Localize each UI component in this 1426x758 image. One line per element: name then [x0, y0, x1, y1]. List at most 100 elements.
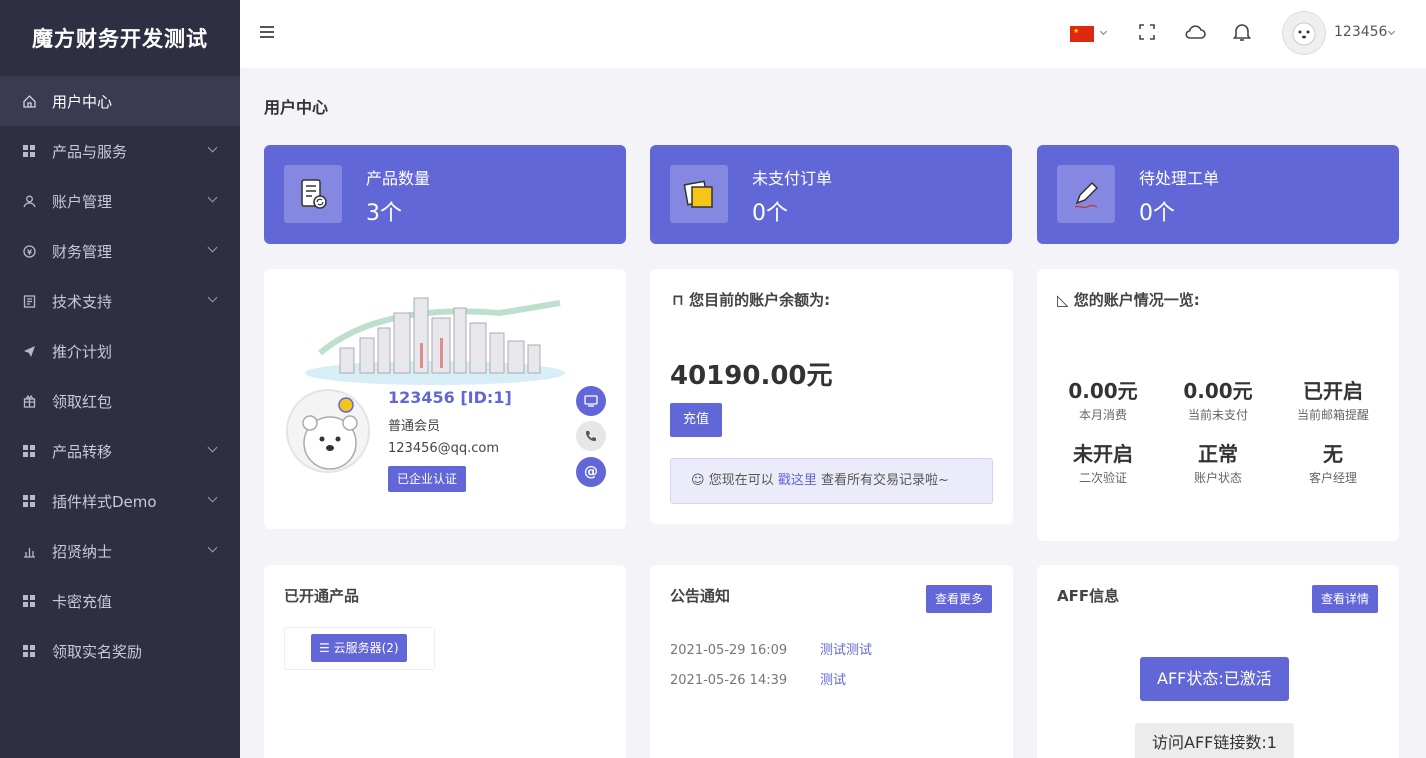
stat-card-unpaid-orders[interactable]: 未支付订单 0个 — [650, 145, 1012, 244]
sidebar-item[interactable]: 插件样式Demo — [0, 476, 240, 526]
verification-badge[interactable]: 已企业认证 — [388, 466, 467, 492]
fullscreen-icon[interactable] — [1136, 21, 1158, 43]
sidebar-item[interactable]: 用户中心 — [0, 76, 240, 126]
bar-chart-icon — [22, 544, 36, 558]
aff-heading: AFF信息 — [1057, 587, 1120, 605]
grid-icon — [22, 494, 36, 508]
notice-title[interactable]: 测试测试 — [820, 643, 872, 658]
message-icon[interactable] — [576, 386, 606, 416]
overview-account-status: 正常 账户状态 — [1160, 438, 1276, 486]
profile-avatar — [286, 389, 370, 473]
overview-2fa: 未开启 二次验证 — [1045, 438, 1161, 486]
user-menu-chevron-icon[interactable] — [1387, 27, 1396, 36]
sidebar-item-label: 技术支持 — [52, 292, 113, 311]
sidebar-item[interactable]: 技术支持 — [0, 276, 240, 326]
notice-date: 2021-05-29 16:09 — [670, 643, 788, 658]
balance-card: ⊓ 您目前的账户余额为: 40190.00元 充值 ☺ 您现在可以 戳这里 查看… — [650, 269, 1013, 524]
tip-prefix: 您现在可以 — [708, 473, 774, 488]
chevron-down-icon — [207, 192, 218, 203]
sidebar-item-label: 财务管理 — [52, 242, 113, 261]
products-card: 已开通产品 ☰ 云服务器(2) — [264, 565, 626, 758]
overview-value: 无 — [1323, 442, 1343, 466]
tip-suffix: 查看所有交易记录啦~ — [821, 473, 949, 488]
sidebar-item-label: 用户中心 — [52, 92, 113, 111]
sidebar-item[interactable]: 账户管理 — [0, 176, 240, 226]
stat-card-tickets[interactable]: 待处理工单 0个 — [1037, 145, 1399, 244]
info-icon: ☺ — [691, 473, 709, 488]
cloud-server-button[interactable]: ☰ 云服务器(2) — [311, 634, 407, 662]
aff-visits-count: 访问AFF链接数:1 — [1135, 723, 1294, 758]
transaction-tip: ☺ 您现在可以 戳这里 查看所有交易记录啦~ — [670, 458, 993, 504]
overview-value: 0.00元 — [1068, 379, 1138, 403]
sidebar-item[interactable]: 领取实名奖励 — [0, 626, 240, 676]
send-icon — [22, 344, 36, 358]
cloud-icon[interactable] — [1184, 21, 1206, 43]
menu-toggle-icon[interactable] — [260, 26, 274, 41]
stat-label: 未支付订单 — [752, 169, 833, 188]
gift-icon — [22, 394, 36, 408]
sticky-note-icon — [670, 165, 728, 223]
chevron-down-icon — [207, 142, 218, 153]
bell-icon[interactable] — [1231, 21, 1253, 43]
view-more-button[interactable]: 查看更多 — [926, 585, 993, 613]
products-heading: 已开通产品 — [284, 587, 360, 605]
cloud-server-label: 云服务器(2) — [333, 641, 399, 655]
overview-monthly-spend: 0.00元 本月消费 — [1045, 375, 1161, 423]
sidebar-item-label: 产品与服务 — [52, 142, 128, 161]
money-icon — [22, 244, 36, 258]
transaction-link[interactable]: 戳这里 — [778, 473, 817, 488]
overview-label: 账户状态 — [1193, 471, 1242, 485]
notice-row[interactable]: 2021-05-26 14:39 测试 — [670, 669, 846, 688]
chevron-down-icon — [207, 292, 218, 303]
product-item: ☰ 云服务器(2) — [284, 627, 435, 670]
notices-heading: 公告通知 — [670, 587, 731, 605]
profile-email: 123456@qq.com — [388, 441, 500, 456]
grid-icon — [22, 144, 36, 158]
grid-icon — [22, 644, 36, 658]
overview-unpaid: 0.00元当前未支付 — [1160, 375, 1276, 423]
china-flag-icon[interactable] — [1070, 26, 1094, 42]
sidebar-item[interactable]: 卡密充值 — [0, 576, 240, 626]
sidebar-item[interactable]: 产品与服务 — [0, 126, 240, 176]
notice-title[interactable]: 测试 — [820, 673, 846, 688]
sidebar-item-label: 领取实名奖励 — [52, 642, 143, 661]
overview-value: 已开启 — [1303, 379, 1363, 403]
sidebar-item-label: 账户管理 — [52, 192, 113, 211]
stat-card-products[interactable]: 产品数量 3个 — [264, 145, 626, 244]
email-icon[interactable]: @ — [576, 457, 606, 487]
sidebar-item[interactable]: 产品转移 — [0, 426, 240, 476]
chevron-down-icon — [207, 242, 218, 253]
aff-card: AFF信息 查看详情 AFF状态:已激活 访问AFF链接数:1 — [1037, 565, 1399, 758]
city-illustration — [300, 283, 570, 389]
aff-status-badge: AFF状态:已激活 — [1140, 657, 1289, 701]
home-icon — [22, 94, 36, 108]
topbar-username[interactable]: 123456 — [1334, 24, 1387, 40]
overview-value: 正常 — [1198, 442, 1238, 466]
overview-label: 二次验证 — [1078, 471, 1127, 485]
recharge-button[interactable]: 充值 — [670, 403, 723, 437]
sidebar-item[interactable]: 财务管理 — [0, 226, 240, 276]
sidebar: 魔方财务开发测试 用户中心 产品与服务 账户管理 财务管理 技术支持 推介计划 领取红包 产品… — [0, 0, 240, 758]
chevron-down-icon[interactable] — [1099, 27, 1108, 36]
sidebar-nav: 用户中心产品与服务账户管理财务管理技术支持推介计划领取红包产品转移插件样式Dem… — [0, 76, 240, 676]
product-list-icon — [284, 165, 342, 223]
sidebar-item-label: 插件样式Demo — [52, 492, 157, 511]
avatar[interactable] — [1282, 11, 1326, 55]
balance-amount: 40190.00元 — [670, 361, 833, 391]
notice-row[interactable]: 2021-05-29 16:09 测试测试 — [670, 639, 872, 658]
phone-icon[interactable] — [576, 421, 606, 451]
overview-value: 未开启 — [1073, 442, 1133, 466]
grid-icon — [22, 594, 36, 608]
sidebar-item[interactable]: 招贤纳士 — [0, 526, 240, 576]
overview-value: 0.00元 — [1183, 379, 1253, 403]
sidebar-item[interactable]: 推介计划 — [0, 326, 240, 376]
stat-value: 0个 — [752, 201, 788, 226]
stat-value: 3个 — [366, 201, 402, 226]
sidebar-item-label: 产品转移 — [52, 442, 113, 461]
balance-heading-text: 您目前的账户余额为: — [689, 291, 831, 309]
overview-email-reminder: 已开启 当前邮箱提醒 — [1275, 375, 1391, 423]
sidebar-item-label: 领取红包 — [52, 392, 113, 411]
overview-label: 当前未支付 — [1187, 408, 1248, 422]
sidebar-item[interactable]: 领取红包 — [0, 376, 240, 426]
view-details-button[interactable]: 查看详情 — [1312, 585, 1379, 613]
